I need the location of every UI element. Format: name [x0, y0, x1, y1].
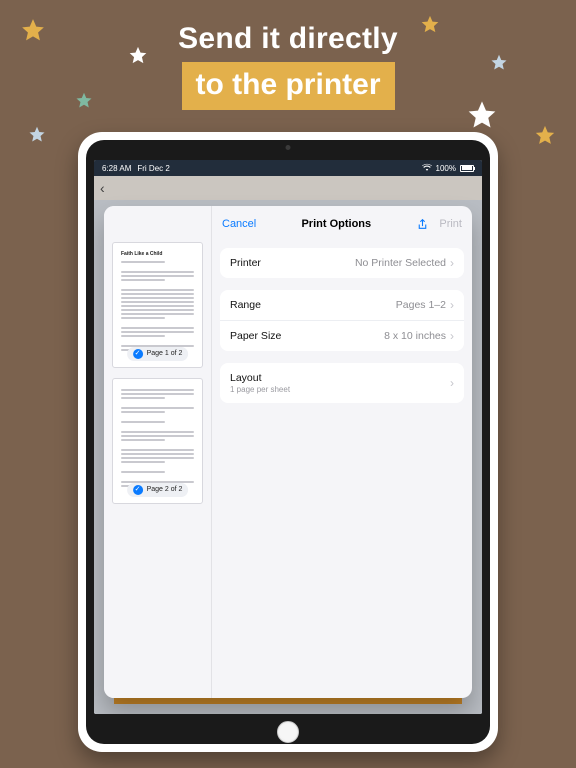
star-decoration — [28, 126, 46, 144]
thumb-page-1[interactable]: Faith Like a Child ✓ Page 1 of 2 — [112, 242, 203, 368]
chevron-right-icon: › — [450, 299, 454, 311]
range-value: Pages 1–2 — [396, 299, 446, 311]
page-2-badge[interactable]: ✓ Page 2 of 2 — [127, 483, 189, 497]
ipad-frame: 6:28 AM Fri Dec 2 100% ‹ — [78, 132, 498, 752]
printer-label: Printer — [230, 257, 261, 269]
paper-size-label: Paper Size — [230, 330, 281, 342]
print-button[interactable]: Print — [439, 218, 462, 230]
chevron-right-icon: › — [450, 257, 454, 269]
page-1-label: Page 1 of 2 — [147, 349, 183, 359]
options-panel: Cancel Print Options Print Printer No — [212, 206, 472, 698]
page-settings-group: Range Pages 1–2 › Paper Size 8 x 10 inche… — [220, 290, 464, 351]
check-icon: ✓ — [133, 349, 143, 359]
document-nav: ‹ — [94, 176, 482, 200]
camera-dot — [286, 145, 291, 150]
paper-size-value: 8 x 10 inches — [384, 330, 446, 342]
print-options-modal: Faith Like a Child ✓ Page 1 of 2 — [104, 206, 472, 698]
range-row[interactable]: Range Pages 1–2 › — [220, 290, 464, 320]
printer-row[interactable]: Printer No Printer Selected › — [220, 248, 464, 278]
status-bar: 6:28 AM Fri Dec 2 100% — [94, 160, 482, 176]
layout-label: Layout — [230, 372, 290, 384]
share-icon[interactable] — [416, 218, 429, 231]
cancel-button[interactable]: Cancel — [222, 218, 256, 230]
battery-percent: 100% — [436, 164, 456, 173]
marketing-headline: Send it directly to the printer — [0, 22, 576, 110]
check-icon: ✓ — [133, 485, 143, 495]
headline-line2: to the printer — [196, 68, 381, 101]
document-canvas: Faith Like a Child ✓ Page 1 of 2 — [94, 200, 482, 714]
page-1-badge[interactable]: ✓ Page 1 of 2 — [127, 347, 189, 361]
layout-group: Layout 1 page per sheet › — [220, 363, 464, 403]
chevron-right-icon: › — [450, 330, 454, 342]
back-chevron-icon[interactable]: ‹ — [100, 180, 105, 196]
star-decoration — [534, 125, 556, 147]
range-label: Range — [230, 299, 261, 311]
status-date: Fri Dec 2 — [137, 164, 169, 173]
layout-subtitle: 1 page per sheet — [230, 385, 290, 394]
status-time: 6:28 AM — [102, 164, 131, 173]
doc-title: Faith Like a Child — [121, 251, 194, 258]
ipad-screen: 6:28 AM Fri Dec 2 100% ‹ — [94, 160, 482, 714]
printer-value: No Printer Selected — [355, 257, 446, 269]
headline-line1: Send it directly — [0, 22, 576, 56]
page-2-label: Page 2 of 2 — [147, 485, 183, 495]
chevron-right-icon: › — [450, 377, 454, 389]
battery-icon — [460, 165, 474, 172]
page-thumbnails[interactable]: Faith Like a Child ✓ Page 1 of 2 — [104, 206, 212, 698]
paper-size-row[interactable]: Paper Size 8 x 10 inches › — [220, 320, 464, 351]
layout-row[interactable]: Layout 1 page per sheet › — [220, 363, 464, 403]
thumb-page-2[interactable]: ✓ Page 2 of 2 — [112, 378, 203, 504]
printer-group: Printer No Printer Selected › — [220, 248, 464, 278]
wifi-icon — [422, 163, 432, 173]
home-button[interactable] — [277, 721, 299, 743]
modal-title: Print Options — [301, 218, 371, 230]
